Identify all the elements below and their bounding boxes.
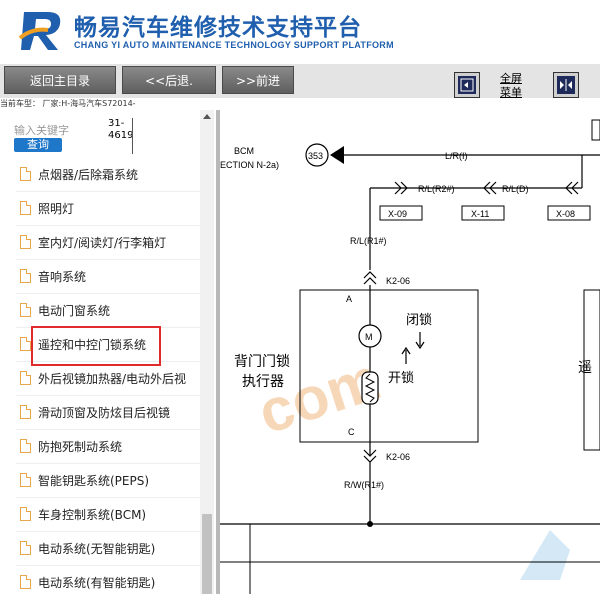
connector-symbol-icon [363,271,377,285]
document-icon [20,337,31,351]
actuator-label-1: 背门门锁 [234,354,290,370]
document-icon [20,235,31,249]
document-icon [20,201,31,215]
menu-item-label: 电动门窗系统 [38,304,111,318]
collapse-left-icon [458,76,476,94]
connector-x11: X-11 [471,209,489,219]
menu-item[interactable]: 点烟器/后除霜系统 [16,158,200,192]
expand-icon [557,76,575,94]
document-icon [20,439,31,453]
toolbar: 返回主目录 <<后退. >>前进 全屏 菜单 [0,64,600,100]
actuator-label-2: 执行器 [242,374,284,390]
document-icon [20,405,31,419]
document-icon [20,303,31,317]
arrow-down-icon [415,332,425,350]
node-353-label: 353 [308,151,323,161]
scroll-up-arrow-icon[interactable] [203,114,211,119]
fullscreen-line2: 菜单 [500,86,522,99]
search-divider [132,118,133,154]
menu-item-label: 音响系统 [38,270,87,284]
app-header: 畅易汽车维修技术支持平台 CHANG YI AUTO MAINTENANCE T… [0,0,600,64]
menu-item-label: 外后视镜加热器/电动外后视 [38,372,187,386]
wire-label-rw-r1: R/W(R1#) [344,480,384,490]
pin-a: A [346,294,352,304]
lock-label: 闭锁 [406,312,432,328]
menu-item-label: 电动系统(无智能钥匙) [38,542,156,556]
wiring-diagram: com BCM ECTION N-2a) 353 L/R(I) R/L(R2#)… [220,110,600,594]
home-button[interactable]: 返回主目录 [4,66,116,94]
unlock-label: 开锁 [388,370,414,386]
menu-item[interactable]: 电动门窗系统 [16,294,200,328]
bcm-label: BCM [234,146,254,156]
menu-item[interactable]: 电动系统(无智能钥匙) [16,532,200,566]
wiring-diagram-svg: com BCM ECTION N-2a) 353 L/R(I) R/L(R2#)… [220,119,600,594]
menu-item-label: 车身控制系统(BCM) [38,508,147,522]
forward-button[interactable]: >>前进 [222,66,294,94]
motor-symbol: M [365,332,373,342]
connector-k2-bottom: K2-06 [386,452,410,462]
scroll-thumb[interactable] [202,514,212,594]
menu-item-label: 防抱死制动系统 [38,440,123,454]
menu-item-label: 点烟器/后除霜系统 [38,168,139,182]
watermark-shape [520,530,570,580]
document-icon [20,575,31,589]
document-icon [20,167,31,181]
terminal-arrow-icon [330,146,344,164]
expand-button[interactable] [553,72,579,98]
document-icon [20,269,31,283]
wire-label-rl-d: R/L(D) [502,184,529,194]
connector-k2-top: K2-06 [386,276,410,286]
menu-item-label: 照明灯 [38,202,75,216]
fullscreen-line1: 全屏 [500,72,522,85]
document-icon [20,541,31,555]
menu-item-label: 滑动顶窗及防炫目后视镜 [38,406,171,420]
section-label: ECTION N-2a) [220,160,279,170]
arrow-up-icon [401,346,411,364]
right-cut-label: 遥 [578,360,592,376]
document-icon [20,473,31,487]
wire-label-rl-r1: R/L(R1#) [350,236,387,246]
logo-icon [18,12,61,50]
menu-item[interactable]: 防抱死制动系统 [16,430,200,464]
search-code-line2: 4619 [108,130,134,141]
back-button[interactable]: <<后退. [122,66,216,94]
document-icon [20,507,31,521]
brand-title: 畅易汽车维修技术支持平台 [74,15,362,41]
fullscreen-menu-link[interactable]: 全屏 菜单 [500,72,522,100]
document-icon [20,371,31,385]
query-button[interactable]: 查询 [14,138,62,152]
collapse-left-button[interactable] [454,72,480,98]
menu-item[interactable]: 室内灯/阅读灯/行李箱灯 [16,226,200,260]
menu-item[interactable]: 外后视镜加热器/电动外后视 [16,362,200,396]
menu-item-label: 电动系统(有智能钥匙) [38,576,156,590]
menu-item[interactable]: 智能钥匙系统(PEPS) [16,464,200,498]
pin-c: C [348,427,355,437]
menu-item-label: 室内灯/阅读灯/行李箱灯 [38,236,167,250]
menu-item[interactable]: 电动系统(有智能钥匙) [16,566,200,594]
search-code: 31- 4619 [108,118,133,142]
search-code-line1: 31- [108,118,125,129]
selection-highlight-box [31,326,161,366]
wire-label-rl-r2: R/L(R2#) [418,184,455,194]
menu-item[interactable]: 照明灯 [16,192,200,226]
menu-item[interactable]: 车身控制系统(BCM) [16,498,200,532]
sidebar-scrollbar[interactable] [200,110,214,594]
menu-item[interactable]: 滑动顶窗及防炫目后视镜 [16,396,200,430]
connector-x09: X-09 [388,209,407,219]
brand-subtitle: CHANG YI AUTO MAINTENANCE TECHNOLOGY SUP… [74,40,394,50]
search-input[interactable]: 输入关键字 [14,122,69,138]
connector-x08: X-08 [556,209,575,219]
menu-item-label: 智能钥匙系统(PEPS) [38,474,150,488]
car-model-bar: 当前车型： 厂家:H-海马汽车S72014- [0,99,136,108]
menu-item[interactable]: 音响系统 [16,260,200,294]
